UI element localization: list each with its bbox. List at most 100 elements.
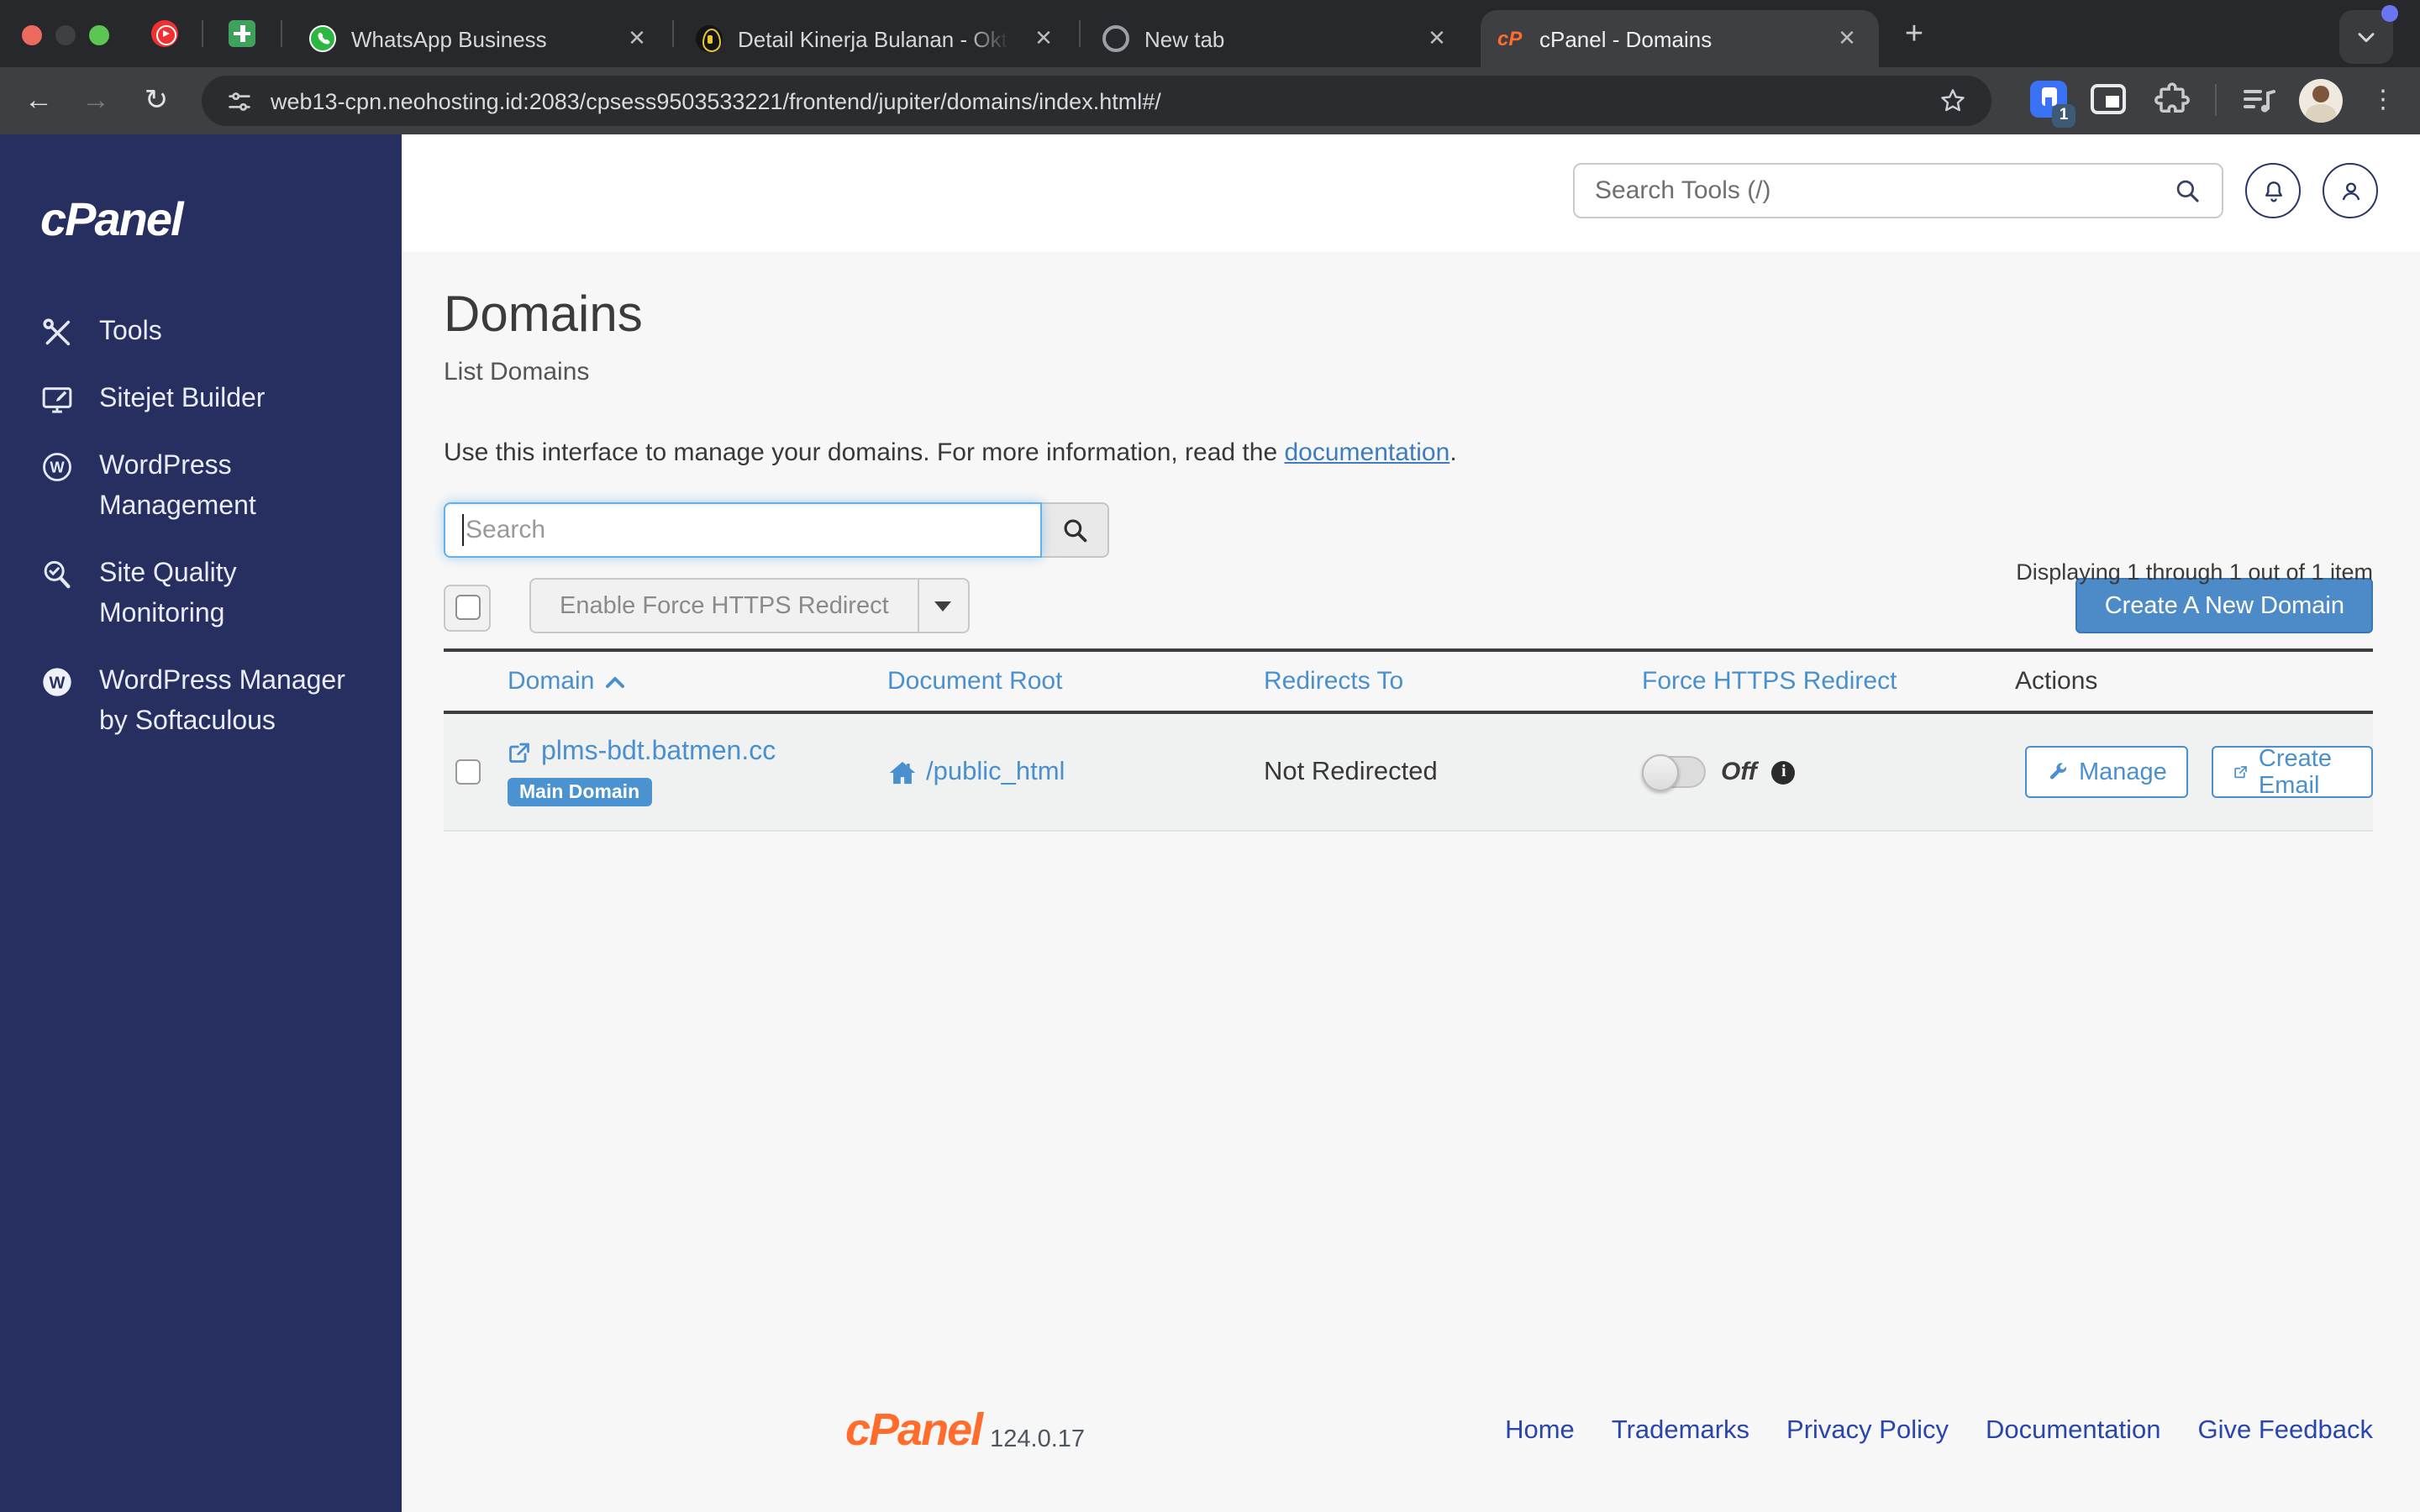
main-panel: Domains List Domains Use this interface … — [402, 134, 2420, 1512]
tab-separator — [281, 20, 282, 47]
back-button[interactable]: ← — [20, 82, 57, 119]
domain-search-input[interactable] — [466, 516, 986, 544]
svg-text:W: W — [50, 675, 66, 693]
tools-search-box[interactable] — [1573, 163, 2223, 218]
adblock-extension-icon[interactable]: 1 — [2030, 81, 2075, 128]
external-link-icon — [2235, 766, 2248, 779]
extension-badge: 1 — [2052, 104, 2075, 128]
bookmark-star-icon[interactable] — [1938, 86, 1968, 116]
bulk-action-caret[interactable] — [917, 580, 968, 632]
sort-asc-icon — [605, 676, 624, 687]
sidebar-item-label: WordPress Management — [99, 452, 256, 521]
tab-separator — [672, 20, 674, 47]
search-icon — [2176, 180, 2199, 202]
domain-search-box[interactable] — [444, 502, 1042, 558]
external-link-icon — [509, 743, 529, 763]
column-header-force-https[interactable]: Force HTTPS Redirect — [1642, 667, 2015, 696]
footer-link-trademarks[interactable]: Trademarks — [1612, 1415, 1749, 1446]
tab-separator — [202, 20, 203, 47]
main-domain-badge: Main Domain — [508, 778, 652, 806]
window-minimize-button[interactable] — [55, 25, 76, 45]
sidebar: cPanel Tools Sitejet Builder W WordPress… — [0, 134, 402, 1512]
sidebar-nav: Tools Sitejet Builder W WordPress Manage… — [40, 312, 388, 743]
notifications-button[interactable] — [2245, 163, 2301, 218]
media-controls-icon[interactable] — [2238, 81, 2279, 121]
window-zoom-button[interactable] — [89, 25, 109, 45]
documentation-link[interactable]: documentation — [1285, 438, 1450, 467]
column-header-redirects-to[interactable]: Redirects To — [1264, 667, 1642, 696]
address-bar[interactable]: web13-cpn.neohosting.id:2083/cpsess95035… — [202, 76, 1991, 126]
column-header-domain[interactable]: Domain — [508, 667, 887, 696]
description-period: . — [1449, 438, 1457, 467]
redirects-to-cell: Not Redirected — [1264, 757, 1438, 785]
search-icon — [1064, 519, 1087, 543]
tab-separator — [1079, 20, 1081, 47]
manage-button[interactable]: Manage — [2025, 746, 2189, 798]
close-tab-icon[interactable]: ✕ — [1832, 24, 1862, 54]
create-new-domain-button[interactable]: Create A New Domain — [2075, 578, 2373, 633]
browser-tab-strip: WhatsApp Business ✕ Detail Kinerja Bulan… — [0, 0, 2420, 67]
youtube-music-icon — [151, 20, 178, 47]
tools-search-input[interactable] — [1595, 176, 2173, 205]
wordpress-icon: W — [40, 450, 74, 484]
wrench-icon — [2049, 763, 2066, 780]
force-https-toggle[interactable] — [1642, 754, 1706, 791]
bulk-action-button[interactable]: Enable Force HTTPS Redirect — [529, 578, 970, 633]
reload-button[interactable]: ↻ — [138, 82, 175, 119]
create-email-button[interactable]: Create Email — [2212, 745, 2373, 799]
select-all-checkbox[interactable] — [444, 584, 491, 631]
crest-favicon — [696, 25, 723, 52]
footer-links: Home Trademarks Privacy Policy Documenta… — [1505, 1415, 2373, 1446]
footer-link-give-feedback[interactable]: Give Feedback — [2198, 1415, 2374, 1446]
tab-new-tab[interactable]: New tab ✕ — [1086, 10, 1469, 67]
account-button[interactable] — [2323, 163, 2378, 218]
profile-avatar[interactable] — [2299, 79, 2343, 123]
column-header-document-root[interactable]: Document Root — [887, 667, 1264, 696]
toggle-state-label: Off — [1721, 758, 1757, 786]
pinned-tab-google-sheets[interactable] — [229, 20, 255, 47]
tab-title: New tab — [1144, 26, 1225, 51]
picture-in-picture-icon[interactable] — [2091, 84, 2126, 114]
sidebar-item-tools[interactable]: Tools — [40, 312, 388, 353]
document-root-link[interactable]: /public_html — [926, 757, 1065, 787]
sidebar-item-label: Sitejet Builder — [99, 385, 266, 413]
footer-link-documentation[interactable]: Documentation — [1986, 1415, 2161, 1446]
info-icon[interactable]: i — [1771, 760, 1796, 784]
magnifier-check-icon — [40, 558, 74, 591]
domain-search-button[interactable] — [1042, 502, 1109, 558]
sidebar-item-wordpress-manager-softaculous[interactable]: W WordPress Manager by Softaculous — [40, 662, 388, 743]
browser-menu-icon[interactable]: ⋮ — [2370, 81, 2396, 121]
description-text: Use this interface to manage your domain… — [444, 438, 1285, 467]
pinned-tab-youtube-music[interactable] — [151, 20, 178, 47]
close-tab-icon[interactable]: ✕ — [1422, 24, 1452, 54]
domain-link[interactable]: plms-bdt.batmen.cc — [541, 738, 776, 768]
row-checkbox[interactable] — [455, 759, 481, 785]
forward-button[interactable]: → — [77, 82, 114, 119]
footer-link-privacy-policy[interactable]: Privacy Policy — [1786, 1415, 1949, 1446]
tab-detail-kinerja[interactable]: Detail Kinerja Bulanan - Oktob ✕ — [679, 10, 1076, 67]
tab-title: Detail Kinerja Bulanan - Oktob — [738, 26, 1015, 51]
sidebar-item-site-quality-monitoring[interactable]: Site Quality Monitoring — [40, 554, 388, 635]
screen: WhatsApp Business ✕ Detail Kinerja Bulan… — [0, 0, 2420, 1512]
cpanel-logo[interactable]: cPanel — [40, 193, 184, 247]
tab-whatsapp-business[interactable]: WhatsApp Business ✕ — [292, 10, 669, 67]
window-close-button[interactable] — [22, 25, 42, 45]
url-text[interactable]: web13-cpn.neohosting.id:2083/cpsess95035… — [271, 88, 1938, 113]
text-cursor — [462, 514, 464, 546]
page-subtitle: List Domains — [444, 358, 590, 386]
cpanel-app: cPanel Tools Sitejet Builder W WordPress… — [0, 134, 2420, 1512]
sidebar-item-sitejet-builder[interactable]: Sitejet Builder — [40, 380, 388, 420]
sidebar-item-wordpress-management[interactable]: W WordPress Management — [40, 447, 388, 528]
extensions-puzzle-icon[interactable] — [2153, 81, 2191, 121]
tab-search-button[interactable] — [2339, 5, 2398, 64]
new-tab-button[interactable]: + — [1894, 17, 1934, 57]
footer-link-home[interactable]: Home — [1505, 1415, 1575, 1446]
column-header-actions: Actions — [2015, 667, 2098, 696]
close-tab-icon[interactable]: ✕ — [622, 24, 652, 54]
tab-title: WhatsApp Business — [351, 26, 547, 51]
pagination-status: Displaying 1 through 1 out of 1 item — [2016, 559, 2373, 585]
close-tab-icon[interactable]: ✕ — [1028, 24, 1059, 54]
table-header-row: Domain Document Root Redirects To Force … — [444, 652, 2373, 714]
site-settings-icon[interactable] — [225, 87, 254, 115]
tab-cpanel-domains-active[interactable]: cP cPanel - Domains ✕ — [1481, 10, 1879, 67]
